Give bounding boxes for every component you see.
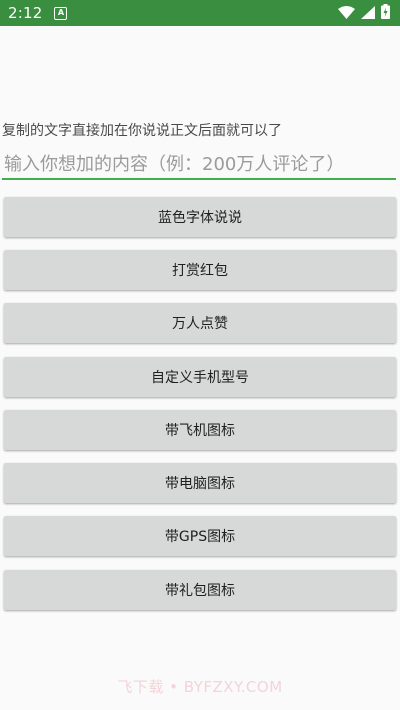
gift-icon-button[interactable]: 带礼包图标	[4, 570, 396, 610]
mass-likes-button[interactable]: 万人点赞	[4, 303, 396, 343]
gps-icon-button[interactable]: 带GPS图标	[4, 516, 396, 556]
hint-text: 复制的文字直接加在你说说正文后面就可以了	[2, 123, 282, 139]
computer-icon-button[interactable]: 带电脑图标	[4, 463, 396, 503]
wifi-icon	[338, 4, 355, 23]
status-time: 2:12	[8, 4, 43, 22]
signal-icon	[361, 4, 375, 23]
notification-icon: A	[54, 6, 68, 20]
status-bar: 2:12 A	[0, 0, 400, 26]
custom-text-input[interactable]	[2, 150, 396, 180]
watermark: 飞下载 • BYFZXY.COM	[117, 678, 283, 696]
tip-red-packet-button[interactable]: 打赏红包	[4, 250, 396, 290]
airplane-icon-button[interactable]: 带飞机图标	[4, 410, 396, 450]
battery-icon	[381, 3, 390, 23]
blue-font-button[interactable]: 蓝色字体说说	[4, 197, 396, 237]
custom-phone-model-button[interactable]: 自定义手机型号	[4, 357, 396, 397]
